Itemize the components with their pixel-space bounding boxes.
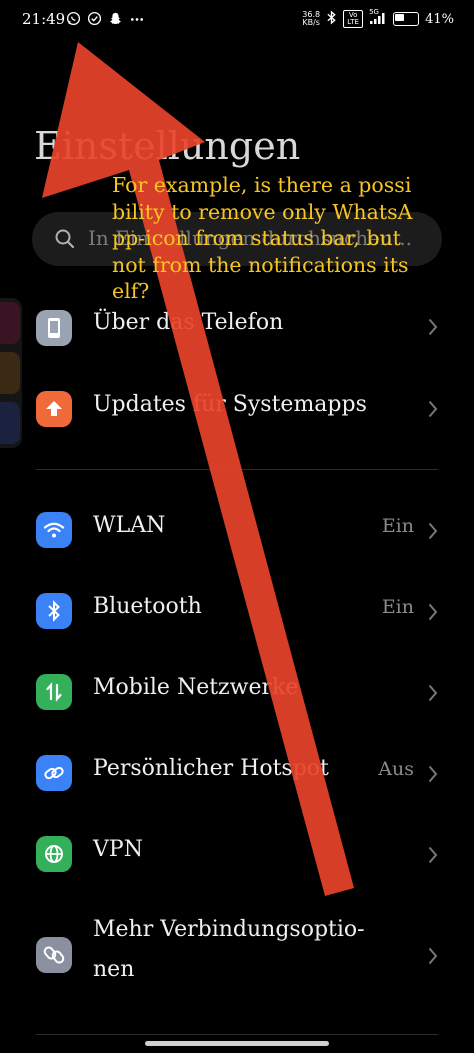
section-divider xyxy=(36,469,438,470)
settings-item-value: Ein xyxy=(381,596,414,618)
chevron-right-icon xyxy=(428,684,438,702)
wifi-icon xyxy=(36,512,72,548)
connection-link-icon xyxy=(36,937,72,973)
mobile-data-icon xyxy=(36,674,72,710)
whatsapp-icon xyxy=(66,11,81,30)
phone-icon xyxy=(36,310,72,346)
settings-item-system-app-updates[interactable]: Updates für Systemapps xyxy=(0,377,474,441)
settings-item-more-connection-options[interactable]: Mehr Verbindungsoptio- nen xyxy=(0,912,474,996)
bluetooth-icon xyxy=(36,593,72,629)
page-title: Einstellungen xyxy=(34,124,301,168)
battery-icon xyxy=(393,12,420,26)
network-speed-unit: KB/s xyxy=(302,18,320,27)
settings-item-label-line2: nen xyxy=(93,957,135,982)
settings-item-value: Ein xyxy=(381,515,414,537)
status-left-icons xyxy=(66,11,145,30)
settings-item-label: Bluetooth xyxy=(93,594,202,619)
settings-item-mobile-networks[interactable]: Mobile Netzwerke xyxy=(0,660,474,724)
settings-item-label: WLAN xyxy=(93,513,166,538)
network-speed: 36.8 KB/s xyxy=(302,11,320,27)
annotation-text: For example, is there a possibility to r… xyxy=(112,173,413,303)
settings-item-value: Aus xyxy=(378,758,414,780)
settings-item-label: Persönlicher Hotspot xyxy=(93,756,329,781)
settings-item-label: Mobile Netzwerke xyxy=(93,675,299,700)
settings-item-bluetooth[interactable]: Bluetooth Ein xyxy=(0,579,474,643)
status-bar: 21:49 36.8 KB/s Vo LTE 5G 41% xyxy=(0,0,474,42)
signal-icon: 5G xyxy=(369,7,387,28)
battery-fill xyxy=(395,14,405,21)
chevron-right-icon xyxy=(428,846,438,864)
hotspot-link-icon xyxy=(36,755,72,791)
settings-item-wlan[interactable]: WLAN Ein xyxy=(0,498,474,562)
settings-item-about-phone[interactable]: Über das Telefon xyxy=(0,296,474,360)
chevron-right-icon xyxy=(428,522,438,540)
search-icon xyxy=(55,229,75,249)
settings-item-label: Mehr Verbindungsoptio- xyxy=(93,917,365,942)
chevron-right-icon xyxy=(428,400,438,418)
globe-icon xyxy=(36,836,72,872)
section-divider xyxy=(36,1034,438,1035)
status-time: 21:49 xyxy=(22,10,66,28)
more-dots-icon xyxy=(129,11,145,30)
home-indicator[interactable] xyxy=(145,1041,329,1046)
chevron-right-icon xyxy=(428,318,438,336)
snapchat-icon xyxy=(108,11,123,30)
bluetooth-icon xyxy=(326,10,337,28)
status-right-icons: 36.8 KB/s Vo LTE 5G 41% xyxy=(302,7,454,28)
settings-item-personal-hotspot[interactable]: Persönlicher Hotspot Aus xyxy=(0,741,474,805)
chevron-right-icon xyxy=(428,947,438,965)
update-arrow-icon xyxy=(36,391,72,427)
network-type: 5G xyxy=(369,7,379,16)
chevron-right-icon xyxy=(428,603,438,621)
volte-badge: Vo LTE xyxy=(343,10,364,28)
settings-item-vpn[interactable]: VPN xyxy=(0,822,474,886)
check-circle-icon xyxy=(87,11,102,30)
settings-item-label: VPN xyxy=(93,837,143,862)
chevron-right-icon xyxy=(428,765,438,783)
battery-percent: 41% xyxy=(425,11,454,27)
settings-item-label: Über das Telefon xyxy=(93,310,284,335)
settings-item-label: Updates für Systemapps xyxy=(93,392,367,417)
